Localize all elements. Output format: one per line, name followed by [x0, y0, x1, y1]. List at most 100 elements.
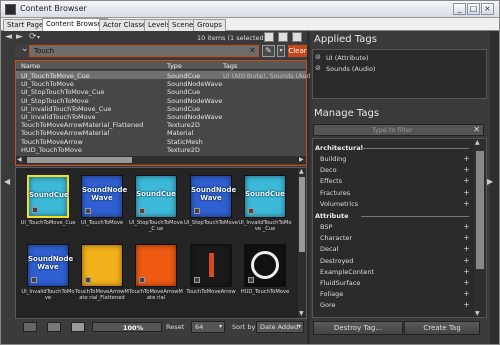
column-type[interactable]: Type — [167, 62, 182, 70]
tag-item[interactable]: Gore — [320, 301, 336, 309]
asset-thumbnail[interactable]: SoundNode Wave — [81, 175, 127, 218]
create-tag-button[interactable]: Create Tag — [404, 321, 480, 335]
tag-item[interactable]: Fractures — [320, 189, 350, 197]
asset-thumbnail[interactable]: SoundCue — [27, 175, 69, 218]
add-tag-plus-icon[interactable]: + — [463, 256, 470, 265]
asset-thumbnail[interactable]: SoundNode Wave — [190, 175, 236, 218]
sort-label: Sort by — [232, 323, 256, 331]
tag-item[interactable]: Character — [320, 234, 352, 242]
add-tag-plus-icon[interactable]: + — [463, 165, 470, 174]
forward-arrow-icon[interactable]: ► — [16, 32, 23, 42]
scroll-up-icon[interactable]: ▲ — [475, 139, 480, 146]
tag-item[interactable]: Destroyed — [320, 257, 353, 265]
tab-start-page[interactable]: Start Page — [3, 19, 48, 31]
asset-thumbnail[interactable] — [190, 244, 232, 287]
tab-groups[interactable]: Groups — [193, 19, 226, 31]
add-tag-plus-icon[interactable]: + — [463, 188, 470, 197]
tag-category-header[interactable]: Attribute — [315, 212, 348, 220]
tag-item[interactable]: BSP — [320, 223, 332, 231]
collapse-right-icon[interactable]: ▶ — [487, 177, 493, 186]
table-row[interactable]: UI_TouchToMove SoundNodeWave — [16, 80, 306, 88]
table-row[interactable]: UI_InvalidTouchToMove SoundNodeWave — [16, 113, 306, 121]
wrench-icon[interactable]: ✎ — [262, 45, 275, 57]
scroll-down-icon[interactable]: ▼ — [475, 310, 480, 317]
close-button[interactable]: × — [481, 3, 494, 15]
tag-item[interactable]: Decal — [320, 245, 338, 253]
search-dropdown-icon[interactable]: ▾ — [277, 45, 285, 57]
table-row[interactable]: UI_TouchToMove_Cue SoundCue UI (Attribute)… — [16, 72, 319, 80]
layout-icon[interactable] — [292, 32, 302, 42]
grid-v-scrollbar-thumb[interactable] — [299, 177, 305, 252]
clear-button[interactable]: Clear — [288, 45, 307, 57]
view-split-icon[interactable] — [47, 322, 61, 332]
cell-type: SoundNodeWave — [167, 113, 223, 121]
search-clear-x-icon[interactable]: ✕ — [249, 46, 256, 55]
history-dropdown-icon[interactable]: ▾ — [37, 34, 40, 41]
column-tags[interactable]: Tags — [223, 62, 237, 70]
add-tag-plus-icon[interactable]: + — [463, 176, 470, 185]
add-tag-plus-icon[interactable]: + — [463, 233, 470, 242]
tag-item[interactable]: Volumetrics — [320, 200, 358, 208]
asset-thumbnail[interactable]: SoundNode Wave — [27, 244, 73, 287]
applied-tag-item[interactable]: Sounds (Audio) — [326, 65, 375, 73]
chevron-double-down-icon[interactable]: ⌄ — [21, 44, 29, 54]
destroy-tag-button[interactable]: Destroy Tag... — [313, 321, 403, 335]
add-tag-plus-icon[interactable]: + — [463, 199, 470, 208]
add-tag-plus-icon[interactable]: + — [463, 278, 470, 287]
table-row[interactable]: TouchToMoveArrowMaterial_Flattened Textur… — [16, 121, 306, 129]
column-name[interactable]: Name — [21, 62, 40, 70]
tag-item[interactable]: FluidSurface — [320, 279, 360, 287]
add-tag-plus-icon[interactable]: + — [463, 300, 470, 309]
add-tag-plus-icon[interactable]: + — [463, 222, 470, 231]
tag-item[interactable]: Deco — [320, 166, 337, 174]
asset-thumbnail[interactable] — [135, 244, 177, 287]
back-arrow-icon[interactable]: ◄ — [5, 32, 12, 42]
zoom-slider[interactable]: 100% — [92, 322, 162, 332]
table-row[interactable]: TouchToMoveArrow StaticMesh — [16, 138, 306, 146]
new-asset-icon[interactable] — [264, 32, 274, 42]
sort-select[interactable]: Date Added ▾ — [256, 321, 304, 333]
collapse-left-icon[interactable]: ◀ — [4, 177, 10, 186]
add-tag-plus-icon[interactable]: + — [463, 289, 470, 298]
reset-button[interactable]: Reset — [166, 323, 184, 331]
asset-thumbnail[interactable]: SoundCue — [135, 175, 177, 218]
applied-tag-item[interactable]: UI (Attribute) — [326, 54, 369, 62]
tag-category-header[interactable]: Architectural — [315, 144, 363, 152]
refresh-icon[interactable]: ⟳ — [29, 32, 37, 42]
grid-icon[interactable] — [278, 32, 288, 42]
tag-filter-input[interactable]: Type to filter ✕ — [313, 124, 484, 136]
filter-clear-icon[interactable]: ✕ — [473, 125, 480, 134]
asset-thumbnail[interactable] — [244, 244, 286, 287]
cell-name: UI_TouchToMove — [21, 80, 74, 89]
asset-thumbnail[interactable] — [81, 244, 123, 287]
add-tag-plus-icon[interactable]: + — [463, 267, 470, 276]
scroll-right-icon[interactable]: ▶ — [299, 156, 304, 163]
minimize-button[interactable]: _ — [453, 3, 466, 15]
asset-thumbnail[interactable]: SoundCue — [244, 175, 286, 218]
tag-item[interactable]: ExampleContent — [320, 268, 374, 276]
table-row[interactable]: UI_StopTouchToMove SoundNodeWave — [16, 97, 306, 105]
table-row[interactable]: UI_StopTouchToMove_Cue SoundCue — [16, 88, 306, 96]
ring-texture-preview-icon — [251, 251, 279, 279]
table-row[interactable]: HUD_TouchToMove Texture2D — [16, 146, 306, 154]
cell-type: Material — [167, 129, 194, 138]
thumbnail-badge-icon — [85, 208, 91, 214]
list-h-scrollbar-thumb[interactable] — [27, 157, 132, 163]
tag-item[interactable]: Foliage — [320, 290, 343, 298]
table-row[interactable]: TouchToMoveArrowMaterial Material — [16, 129, 306, 137]
add-tag-plus-icon[interactable]: + — [463, 154, 470, 163]
tag-item[interactable]: Effects — [320, 177, 342, 185]
count-select[interactable]: 64 ▾ — [191, 321, 225, 333]
scroll-down-icon[interactable]: ▼ — [299, 310, 304, 317]
tags-v-scrollbar-thumb[interactable] — [476, 151, 484, 269]
scroll-left-icon[interactable]: ◀ — [17, 156, 22, 163]
table-row[interactable]: UI_InvalidTouchToMove_Cue SoundCue — [16, 105, 306, 113]
scroll-up-icon[interactable]: ▲ — [299, 168, 304, 175]
maximize-button[interactable]: □ — [467, 3, 480, 15]
thumbnail-caption: UI_InvalidTouchToMove _Cue — [238, 220, 292, 232]
add-tag-plus-icon[interactable]: + — [463, 244, 470, 253]
view-grid-icon[interactable] — [71, 322, 85, 332]
view-list-icon[interactable] — [23, 322, 37, 332]
tag-item[interactable]: Building — [320, 155, 346, 163]
search-input[interactable]: Touch — [29, 45, 259, 57]
